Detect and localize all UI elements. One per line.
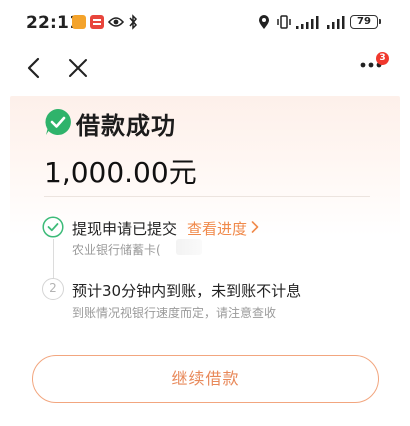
step-number-badge: 2 (42, 278, 64, 300)
status-bar: 22:11 79 (0, 0, 410, 44)
vibrate-icon (277, 15, 291, 29)
bank-card-info: 农业银行储蓄卡( (72, 243, 161, 257)
check-circle-icon (45, 109, 71, 135)
loan-amount: 1,000.00元 (44, 156, 197, 189)
notification-badge: 3 (376, 52, 389, 65)
bluetooth-icon (129, 14, 138, 30)
app-red-icon (90, 15, 104, 29)
step-label: 提现申请已提交 (72, 220, 178, 238)
continue-borrowing-button[interactable]: 继续借款 (32, 355, 379, 403)
divider (44, 196, 370, 197)
chevron-right-icon[interactable] (251, 221, 259, 233)
step-note: 到账情况视银行速度而定，请注意查收 (72, 306, 277, 320)
result-card: 借款成功 1,000.00元 提现申请已提交 查看进度 农业银行储蓄卡( 2 预… (10, 96, 400, 426)
battery-icon: 79 (350, 15, 381, 29)
signal-icon (296, 16, 319, 29)
chevron-left-icon[interactable] (26, 57, 42, 79)
timeline-line (53, 239, 54, 279)
view-progress-link[interactable]: 查看进度 (187, 218, 247, 239)
close-icon[interactable] (68, 58, 88, 78)
success-title: 借款成功 (76, 112, 176, 140)
signal-icon (327, 16, 345, 29)
step-label: 预计30分钟内到账，未到账不计息 (72, 282, 302, 300)
masked-card-number (176, 239, 202, 255)
app-orange-icon (72, 15, 86, 29)
step-check-icon (42, 216, 64, 238)
eye-icon (108, 17, 124, 27)
location-icon (259, 15, 269, 29)
